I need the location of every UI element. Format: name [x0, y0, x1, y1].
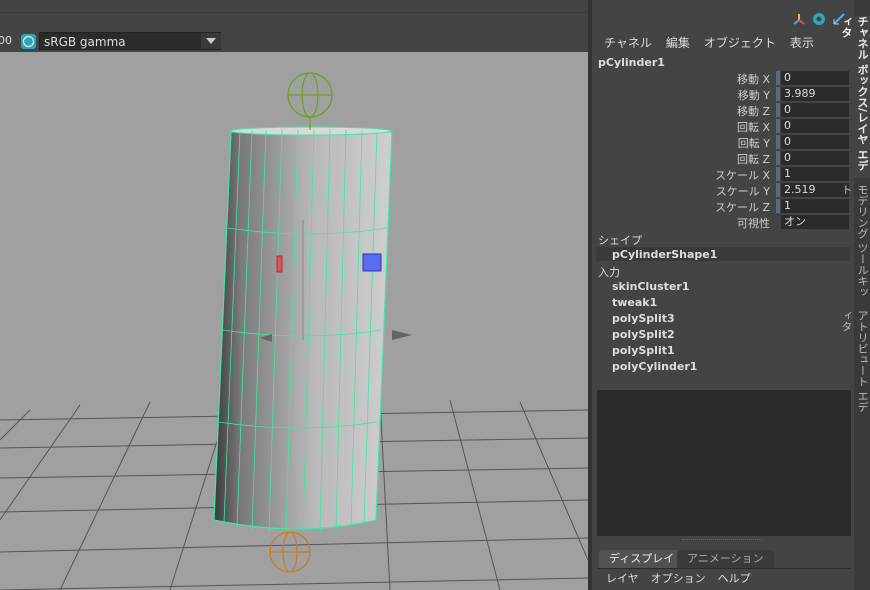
manip-arrow-right	[392, 330, 412, 340]
menu-display[interactable]: 表示	[790, 34, 814, 51]
side-tab-modeling-toolkit[interactable]: モデリング ツールキット	[840, 184, 870, 302]
input-node[interactable]: polySplit1	[612, 344, 675, 357]
manip-blue-handle	[362, 253, 382, 272]
attr-row-translate-y[interactable]: 移動 Y 3.989	[592, 86, 854, 102]
input-header: 入力	[598, 266, 620, 279]
menu-options[interactable]: オプション	[651, 570, 706, 586]
attr-label: 移動 Z	[736, 105, 770, 118]
menu-object[interactable]: オブジェクト	[704, 34, 776, 51]
attr-row-rotate-x[interactable]: 回転 X 0	[592, 118, 854, 134]
viewport-3d[interactable]	[0, 52, 588, 590]
menu-channel[interactable]: チャネル	[604, 34, 652, 51]
menu-layer[interactable]: レイヤ	[606, 570, 639, 586]
menu-edit[interactable]: 編集	[666, 34, 690, 51]
input-node[interactable]: polySplit2	[612, 328, 675, 341]
attr-row-rotate-y[interactable]: 回転 Y 0	[592, 134, 854, 150]
chevron-down-icon[interactable]	[201, 33, 221, 49]
layer-editor-tabs: ディスプレイ アニメーション	[597, 548, 851, 569]
tab-animation[interactable]: アニメーション	[677, 550, 774, 568]
attr-label: 回転 Y	[737, 137, 770, 150]
layer-list-area[interactable]	[597, 390, 851, 536]
attr-marker	[776, 151, 780, 165]
side-tab-channel-box[interactable]: チャネル ボックス/レイヤ エディタ	[840, 16, 870, 178]
channel-box-menu: チャネル 編集 オブジェクト 表示	[604, 34, 814, 51]
attribute-icon[interactable]	[812, 12, 826, 26]
attr-label: スケール Y	[715, 185, 770, 198]
layer-editor-menu: レイヤ オプション ヘルプ	[606, 570, 751, 586]
attr-row-scale-y[interactable]: スケール Y 2.519	[592, 182, 854, 198]
attr-row-scale-z[interactable]: スケール Z 1	[592, 198, 854, 214]
menu-help[interactable]: ヘルプ	[718, 570, 751, 586]
viewport-top-bar	[0, 0, 588, 13]
frame-value: 00	[0, 34, 12, 47]
attr-marker	[776, 183, 780, 197]
attr-marker	[776, 71, 780, 85]
attr-marker	[776, 87, 780, 101]
input-node[interactable]: polyCylinder1	[612, 360, 697, 373]
input-node[interactable]: skinCluster1	[612, 280, 689, 293]
side-tabs: チャネル ボックス/レイヤ エディタ モデリング ツールキット アトリビュート …	[840, 0, 870, 590]
attr-label: 回転 X	[736, 121, 770, 134]
attr-label: 移動 Y	[737, 89, 770, 102]
shape-header: シェイプ	[598, 234, 642, 247]
attr-label: 可視性	[737, 217, 770, 230]
attr-marker	[776, 167, 780, 181]
input-node[interactable]: polySplit3	[612, 312, 675, 325]
shape-node[interactable]: pCylinderShape1	[612, 248, 717, 261]
attr-row-visibility[interactable]: 可視性 オン	[592, 214, 854, 230]
manip-red-handle	[276, 255, 283, 273]
input-node[interactable]: tweak1	[612, 296, 657, 309]
scene-svg	[0, 72, 588, 590]
resize-grip[interactable]	[682, 539, 762, 543]
attr-marker	[776, 103, 780, 117]
attr-row-rotate-z[interactable]: 回転 Z 0	[592, 150, 854, 166]
attr-label: スケール X	[714, 169, 770, 182]
color-space-select[interactable]: sRGB gamma	[39, 32, 221, 50]
attr-label: 回転 Z	[736, 153, 770, 166]
tab-display[interactable]: ディスプレイ	[599, 550, 685, 568]
attr-label: 移動 X	[736, 73, 770, 86]
attr-row-translate-z[interactable]: 移動 Z 0	[592, 102, 854, 118]
axis-icon[interactable]	[792, 12, 806, 26]
attr-label: スケール Z	[714, 201, 770, 214]
attr-row-scale-x[interactable]: スケール X 1	[592, 166, 854, 182]
color-management-icon[interactable]	[21, 34, 36, 49]
attr-row-translate-x[interactable]: 移動 X 0	[592, 70, 854, 86]
attr-marker	[776, 119, 780, 133]
side-tab-attribute-editor[interactable]: アトリビュート エディタ	[840, 310, 870, 420]
top-joint	[287, 72, 333, 130]
bottom-joint	[269, 531, 311, 573]
node-name[interactable]: pCylinder1	[598, 56, 665, 69]
attr-marker	[776, 135, 780, 149]
attr-marker	[776, 199, 780, 213]
channel-box-panel: チャネル 編集 オブジェクト 表示 pCylinder1 移動 X 0 移動 Y…	[592, 0, 854, 590]
